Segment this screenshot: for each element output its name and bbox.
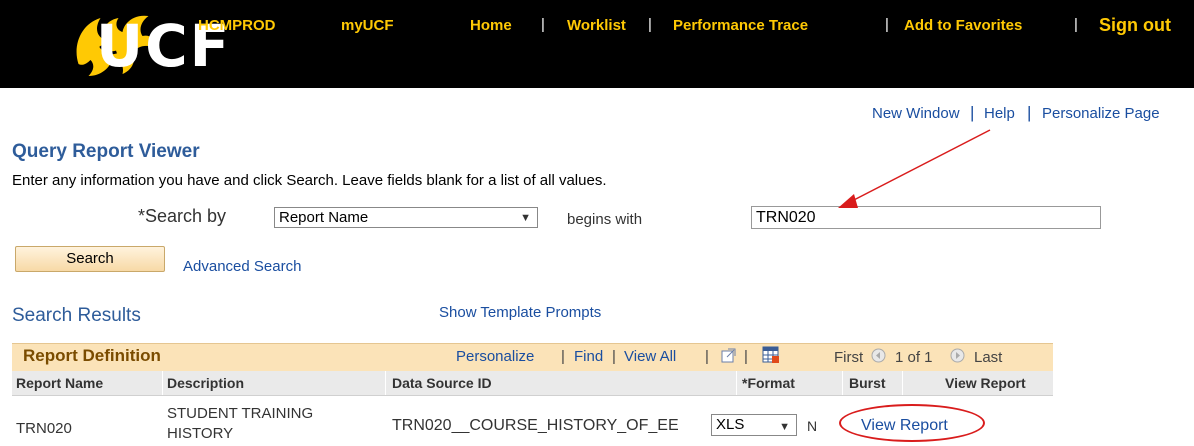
find-link[interactable]: Find (574, 348, 603, 365)
column-divider (162, 371, 163, 395)
grid-separator: | (561, 348, 565, 365)
column-header-report-name[interactable]: Report Name (16, 375, 103, 391)
dropdown-arrow-icon: ▼ (779, 421, 790, 433)
column-header-data-source-id[interactable]: Data Source ID (392, 375, 492, 391)
show-template-prompts-link[interactable]: Show Template Prompts (439, 304, 601, 321)
personalize-link[interactable]: Personalize (456, 348, 534, 365)
nav-separator: | (1074, 16, 1078, 33)
add-to-favorites-link[interactable]: Add to Favorites (904, 17, 1022, 34)
cell-report-name: TRN020 (16, 420, 72, 437)
top-link-separator: | (1027, 103, 1032, 122)
nav-separator: | (541, 16, 545, 33)
format-dropdown[interactable]: XLS ▼ (711, 414, 797, 436)
cell-burst: N (807, 418, 818, 434)
grid-title: Report Definition (23, 346, 161, 365)
dropdown-arrow-icon: ▼ (520, 212, 531, 224)
search-by-label: *Search by (138, 206, 227, 226)
search-results-heading: Search Results (12, 305, 141, 326)
worklist-link[interactable]: Worklist (567, 17, 626, 34)
search-by-value: Report Name (279, 209, 369, 226)
annotation-arrow (838, 129, 991, 208)
nav-separator: | (648, 16, 652, 33)
annotation-circle (839, 404, 985, 442)
format-value: XLS (716, 416, 745, 433)
personalize-page-link[interactable]: Personalize Page (1042, 105, 1160, 122)
search-button[interactable]: Search (15, 246, 165, 272)
column-divider (736, 371, 737, 395)
instructions-text: Enter any information you have and click… (12, 172, 607, 189)
performance-trace-link[interactable]: Performance Trace (673, 17, 808, 34)
cell-description-line2: HISTORY (167, 425, 234, 442)
pager-last: Last (974, 349, 1003, 366)
grid-separator: | (612, 348, 616, 365)
view-all-link[interactable]: View All (624, 348, 676, 365)
cell-description-line1: STUDENT TRAINING (167, 405, 314, 422)
environment-link[interactable]: HCMPROD (198, 17, 276, 34)
previous-icon[interactable] (871, 348, 886, 363)
nav-separator: | (885, 16, 889, 33)
sign-out-link[interactable]: Sign out (1099, 15, 1171, 36)
search-by-dropdown[interactable]: Report Name ▼ (274, 207, 538, 228)
column-divider (902, 371, 903, 395)
pager-first: First (834, 349, 864, 366)
column-divider (385, 371, 386, 395)
page-title: Query Report Viewer (12, 141, 200, 162)
home-link[interactable]: Home (470, 17, 512, 34)
grid-separator: | (744, 348, 748, 365)
next-icon[interactable] (950, 348, 965, 363)
download-icon[interactable] (762, 346, 779, 363)
myucf-link[interactable]: myUCF (341, 17, 394, 34)
column-header-description[interactable]: Description (167, 375, 244, 391)
grid-separator: | (705, 348, 709, 365)
advanced-search-link[interactable]: Advanced Search (183, 258, 301, 275)
column-header-view-report: View Report (945, 375, 1026, 391)
column-divider (842, 371, 843, 395)
pager-page-info: 1 of 1 (895, 349, 933, 366)
cell-data-source-id: TRN020__COURSE_HISTORY_OF_EE (392, 417, 679, 434)
column-header-format[interactable]: *Format (742, 375, 795, 391)
zoom-icon[interactable] (721, 348, 736, 363)
operator-label: begins with (567, 211, 643, 228)
column-header-burst[interactable]: Burst (849, 375, 886, 391)
